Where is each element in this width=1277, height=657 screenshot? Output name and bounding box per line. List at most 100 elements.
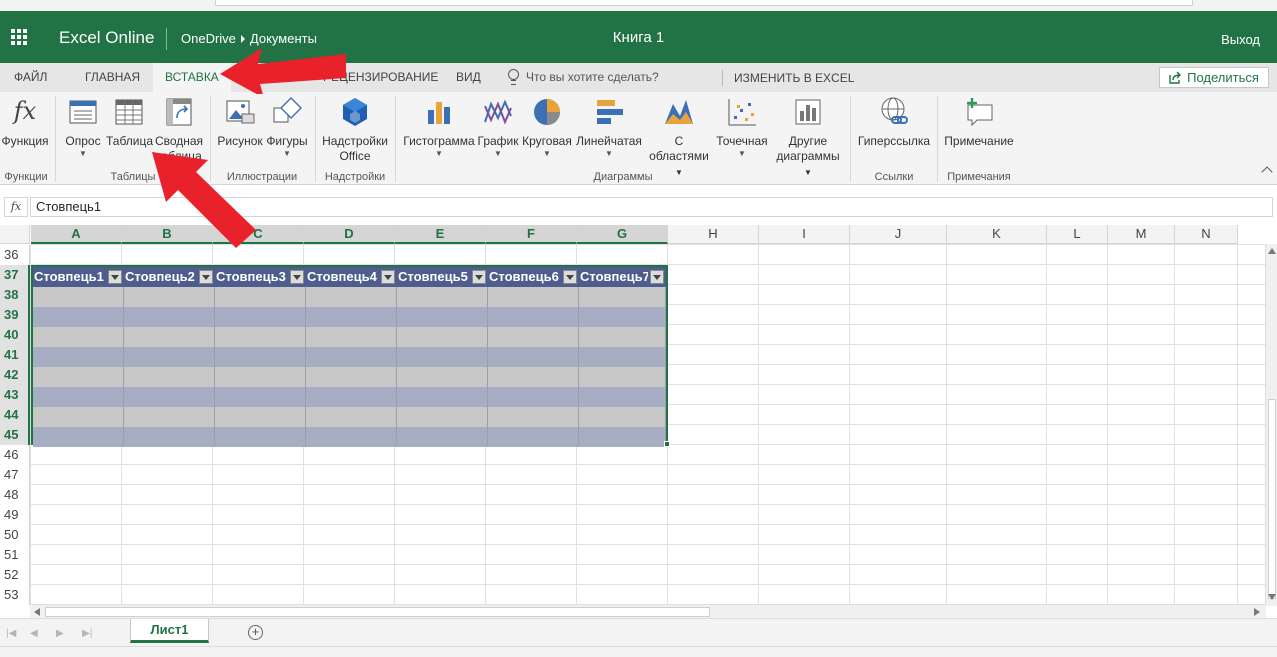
select-all-corner[interactable]: [0, 225, 30, 244]
table-cell[interactable]: [579, 407, 666, 427]
table-cell[interactable]: [579, 307, 666, 327]
table-cell[interactable]: [306, 427, 397, 447]
scroll-down-arrow-icon[interactable]: [1268, 594, 1276, 600]
row-header-41[interactable]: 41: [0, 345, 30, 365]
filter-dropdown-icon[interactable]: [108, 270, 122, 284]
table-cell[interactable]: [397, 327, 488, 347]
table-cell[interactable]: [124, 427, 215, 447]
row-header-52[interactable]: 52: [0, 565, 30, 585]
first-sheet-icon[interactable]: |◀: [6, 628, 16, 639]
table-cell[interactable]: [488, 347, 579, 367]
column-header-j[interactable]: J: [850, 225, 947, 244]
row-header-51[interactable]: 51: [0, 545, 30, 565]
row-header-44[interactable]: 44: [0, 405, 30, 425]
table-cell[interactable]: [397, 367, 488, 387]
vertical-scrollbar[interactable]: [1265, 244, 1277, 606]
table-cell[interactable]: [488, 387, 579, 407]
table-cell[interactable]: [124, 407, 215, 427]
table-resize-handle[interactable]: [664, 441, 670, 447]
bar-chart-button[interactable]: Линейчатая ▼: [575, 96, 643, 159]
table-cell[interactable]: [33, 287, 124, 307]
table-cell[interactable]: [488, 287, 579, 307]
document-title[interactable]: Книга 1: [613, 29, 664, 46]
comment-button[interactable]: Примечание: [942, 96, 1016, 149]
histogram-button[interactable]: Гистограмма ▼: [402, 96, 476, 159]
table-cell[interactable]: [33, 307, 124, 327]
table-cell[interactable]: [306, 287, 397, 307]
table-cell[interactable]: [215, 287, 306, 307]
column-header-n[interactable]: N: [1175, 225, 1238, 244]
table-cell[interactable]: [579, 387, 666, 407]
row-header-50[interactable]: 50: [0, 525, 30, 545]
table-cell[interactable]: [488, 327, 579, 347]
table-header-cell[interactable]: Стовпець6: [488, 267, 561, 287]
table-cell[interactable]: [306, 307, 397, 327]
prev-sheet-icon[interactable]: ◀: [30, 628, 38, 639]
column-header-d[interactable]: D: [304, 225, 395, 244]
picture-button[interactable]: Рисунок: [216, 96, 264, 149]
tab-review[interactable]: РЕЦЕНЗИРОВАНИЕ: [311, 63, 450, 92]
table-cell[interactable]: [306, 347, 397, 367]
table-cell[interactable]: [397, 387, 488, 407]
table-cell[interactable]: [488, 407, 579, 427]
formula-input[interactable]: Стовпець1: [30, 197, 1273, 217]
table-cell[interactable]: [488, 427, 579, 447]
scroll-right-arrow-icon[interactable]: [1254, 608, 1260, 616]
table-cell[interactable]: [579, 427, 666, 447]
column-header-e[interactable]: E: [395, 225, 486, 244]
tell-me-search[interactable]: Что вы хотите сделать?: [508, 69, 659, 85]
table-button[interactable]: Таблица: [106, 96, 153, 149]
column-header-m[interactable]: M: [1108, 225, 1175, 244]
row-header-39[interactable]: 39: [0, 305, 30, 325]
table-cell[interactable]: [306, 367, 397, 387]
table-cell[interactable]: [33, 327, 124, 347]
exit-button[interactable]: Выход: [1221, 32, 1260, 47]
table-cell[interactable]: [124, 387, 215, 407]
table-cell[interactable]: [215, 367, 306, 387]
table-cell[interactable]: [215, 407, 306, 427]
column-header-l[interactable]: L: [1047, 225, 1108, 244]
table-cell[interactable]: [124, 307, 215, 327]
column-header-k[interactable]: K: [947, 225, 1047, 244]
table-header-cell[interactable]: Стовпець2: [124, 267, 197, 287]
table-header-cell[interactable]: Стовпець4: [306, 267, 379, 287]
tab-file[interactable]: ФАЙЛ: [2, 63, 59, 92]
horizontal-scroll-thumb[interactable]: [45, 607, 710, 617]
survey-button[interactable]: Опрос ▼: [63, 96, 103, 159]
table-cell[interactable]: [124, 347, 215, 367]
table-cell[interactable]: [397, 407, 488, 427]
row-header-48[interactable]: 48: [0, 485, 30, 505]
table-cell[interactable]: [124, 367, 215, 387]
table-cell[interactable]: [33, 407, 124, 427]
table-cell[interactable]: [579, 327, 666, 347]
table-header-cell[interactable]: Стовпець1: [33, 267, 106, 287]
table-cell[interactable]: [215, 347, 306, 367]
add-sheet-button[interactable]: +: [248, 625, 263, 640]
pie-chart-button[interactable]: Круговая ▼: [521, 96, 573, 159]
breadcrumb-onedrive[interactable]: OneDrive: [181, 31, 236, 46]
table-cell[interactable]: [215, 327, 306, 347]
table-cell[interactable]: [306, 407, 397, 427]
scroll-up-arrow-icon[interactable]: [1268, 248, 1276, 254]
table-cell[interactable]: [124, 287, 215, 307]
table-cell[interactable]: [579, 287, 666, 307]
filter-dropdown-icon[interactable]: [199, 270, 213, 284]
table-cell[interactable]: [124, 327, 215, 347]
table-cell[interactable]: [488, 367, 579, 387]
breadcrumb-documents[interactable]: Документы: [250, 31, 317, 46]
share-button[interactable]: Поделиться: [1159, 67, 1269, 88]
row-header-45[interactable]: 45: [0, 425, 30, 445]
last-sheet-icon[interactable]: ▶|: [82, 628, 92, 639]
column-header-b[interactable]: B: [122, 225, 213, 244]
row-header-53[interactable]: 53: [0, 585, 30, 605]
tab-view[interactable]: ВИД: [444, 63, 493, 92]
table-cell[interactable]: [33, 427, 124, 447]
filter-dropdown-icon[interactable]: [563, 270, 577, 284]
table-cell[interactable]: [33, 347, 124, 367]
other-charts-button[interactable]: Другие диаграммы ▼: [771, 96, 845, 180]
pivot-table-button[interactable]: Сводная таблица: [154, 96, 204, 164]
column-header-g[interactable]: G: [577, 225, 668, 244]
column-header-a[interactable]: A: [31, 225, 122, 244]
edit-in-excel-button[interactable]: ИЗМЕНИТЬ В EXCEL: [734, 63, 854, 94]
tab-home[interactable]: ГЛАВНАЯ: [73, 63, 152, 92]
